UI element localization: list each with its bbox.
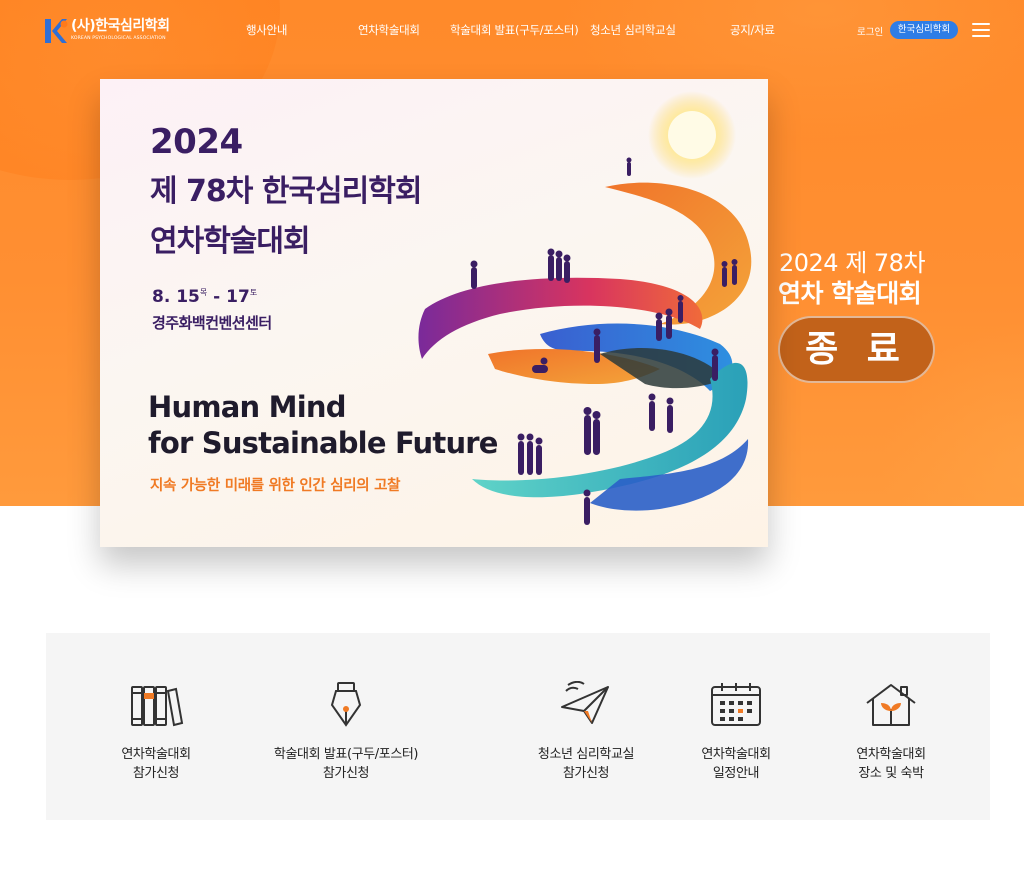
side-heading-year: 2024 제 78차 xyxy=(779,249,926,277)
quick-link-presentation-registration[interactable]: 학술대회 발표(구두/포스터) 참가신청 xyxy=(246,633,446,820)
quick-link-label-line1: 연차학술대회 xyxy=(121,747,191,762)
date-end: 17 xyxy=(226,287,250,307)
quick-link-label-line1: 연차학술대회 xyxy=(701,747,771,762)
status-badge-ended: 종 료 xyxy=(778,316,935,383)
poster-english-line2: for Sustainable Future xyxy=(148,426,498,460)
fountain-pen-icon xyxy=(330,682,362,727)
logo-title: (사)한국심리학회 xyxy=(71,18,170,34)
quick-link-label-line1: 학술대회 발표(구두/포스터) xyxy=(273,747,419,762)
hamburger-menu-icon[interactable] xyxy=(972,22,990,38)
quick-link-label-line2: 참가신청 xyxy=(132,766,180,781)
date-separator: - xyxy=(207,287,227,307)
quick-link-label-line2: 장소 및 숙박 xyxy=(858,766,924,781)
poster-year: 2024 xyxy=(150,122,243,162)
menu-item-annual-conference[interactable]: 연차학술대회 xyxy=(358,22,420,38)
quick-link-label-line2: 참가신청 xyxy=(562,766,610,781)
poster-title-line2: 연차학술대회 xyxy=(150,224,311,259)
poster-dates: 8. 15목 - 17토 xyxy=(152,289,257,306)
menu-item-events[interactable]: 행사안내 xyxy=(246,22,287,38)
house-plant-icon xyxy=(866,684,916,726)
quick-link-youth-class-registration[interactable]: 청소년 심리학교실 참가신청 xyxy=(491,633,681,820)
logo-subtitle: KOREAN PSYCHOLOGICAL ASSOCIATION xyxy=(71,36,166,41)
kpa-site-button[interactable]: 한국심리학회 xyxy=(890,21,958,39)
kpa-logo-icon xyxy=(45,19,68,43)
day-end: 토 xyxy=(249,288,258,297)
poster-english-line1: Human Mind xyxy=(148,390,346,424)
quick-link-schedule[interactable]: 연차학술대회 일정안내 xyxy=(666,633,806,820)
quick-link-label-line1: 청소년 심리학교실 xyxy=(537,747,635,762)
side-heading-title: 연차 학술대회 xyxy=(778,279,922,308)
menu-item-notices[interactable]: 공지/자료 xyxy=(730,22,775,38)
quick-link-venue-lodging[interactable]: 연차학술대회 장소 및 숙박 xyxy=(821,633,961,820)
top-navigation: (사)한국심리학회 KOREAN PSYCHOLOGICAL ASSOCIATI… xyxy=(0,0,1024,60)
poster-venue: 경주화백컨벤션센터 xyxy=(152,314,272,332)
site-logo[interactable]: (사)한국심리학회 KOREAN PSYCHOLOGICAL ASSOCIATI… xyxy=(44,14,174,46)
conference-poster[interactable]: 2024 제 78차 한국심리학회 연차학술대회 8. 15목 - 17토 경주… xyxy=(100,79,768,547)
menu-item-presentation[interactable]: 학술대회 발표(구두/포스터) xyxy=(450,22,579,38)
calendar-icon xyxy=(711,683,761,726)
date-start: 8. 15 xyxy=(152,287,200,307)
menu-item-youth-class[interactable]: 청소년 심리학교실 xyxy=(590,22,676,38)
quick-links-panel: 연차학술대회 참가신청 학술대회 발표(구두/포스터) 참가신청 청소년 심리학… xyxy=(46,633,990,820)
books-icon xyxy=(131,686,184,727)
quick-link-label-line1: 연차학술대회 xyxy=(856,747,926,762)
login-link[interactable]: 로그인 xyxy=(857,24,883,38)
quick-link-conference-registration[interactable]: 연차학술대회 참가신청 xyxy=(86,633,226,820)
quick-link-label-line2: 참가신청 xyxy=(322,766,370,781)
poster-korean-subtitle: 지속 가능한 미래를 위한 인간 심리의 고찰 xyxy=(150,478,401,494)
poster-title-line1: 제 78차 한국심리학회 xyxy=(150,174,422,209)
quick-link-label-line2: 일정안내 xyxy=(712,766,760,781)
paper-plane-icon xyxy=(561,681,609,724)
